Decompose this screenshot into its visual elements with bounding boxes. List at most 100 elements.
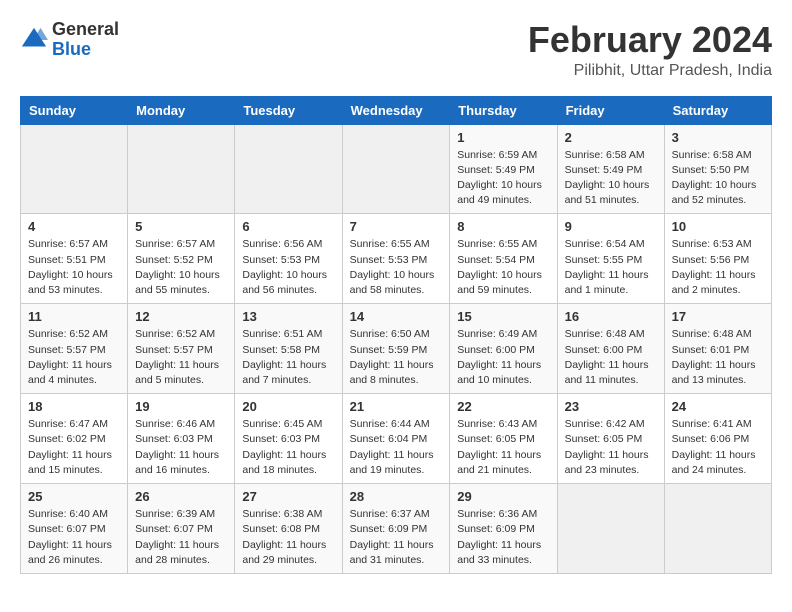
- calendar-cell: 18 Sunrise: 6:47 AMSunset: 6:02 PMDayligh…: [21, 394, 128, 484]
- day-detail: Sunrise: 6:48 AMSunset: 6:01 PMDaylight:…: [672, 327, 764, 388]
- day-detail: Sunrise: 6:56 AMSunset: 5:53 PMDaylight:…: [242, 237, 334, 298]
- day-detail: Sunrise: 6:39 AMSunset: 6:07 PMDaylight:…: [135, 507, 227, 568]
- day-detail: Sunrise: 6:44 AMSunset: 6:04 PMDaylight:…: [350, 417, 443, 478]
- day-number: 23: [565, 399, 657, 414]
- day-detail: Sunrise: 6:54 AMSunset: 5:55 PMDaylight:…: [565, 237, 657, 298]
- day-number: 6: [242, 219, 334, 234]
- day-number: 21: [350, 399, 443, 414]
- calendar-table: SundayMondayTuesdayWednesdayThursdayFrid…: [20, 96, 772, 574]
- header-day-monday: Monday: [128, 96, 235, 124]
- calendar-cell: [664, 484, 771, 574]
- day-detail: Sunrise: 6:36 AMSunset: 6:09 PMDaylight:…: [457, 507, 549, 568]
- calendar-cell: 24Sunrise: 6:41 AMSunset: 6:06 PMDayligh…: [664, 394, 771, 484]
- day-detail: Sunrise: 6:40 AMSunset: 6:07 PMDaylight:…: [28, 507, 120, 568]
- calendar-cell: 29 Sunrise: 6:36 AMSunset: 6:09 PMDayligh…: [450, 484, 557, 574]
- week-row-3: 11 Sunrise: 6:52 AMSunset: 5:57 PMDayligh…: [21, 304, 772, 394]
- calendar-cell: 5Sunrise: 6:57 AMSunset: 5:52 PMDaylight…: [128, 214, 235, 304]
- day-number: 8: [457, 219, 549, 234]
- location-subtitle: Pilibhit, Uttar Pradesh, India: [528, 62, 772, 80]
- calendar-cell: 28 Sunrise: 6:37 AMSunset: 6:09 PMDayligh…: [342, 484, 450, 574]
- calendar-header: SundayMondayTuesdayWednesdayThursdayFrid…: [21, 96, 772, 124]
- day-number: 7: [350, 219, 443, 234]
- header-day-thursday: Thursday: [450, 96, 557, 124]
- calendar-cell: 10 Sunrise: 6:53 AMSunset: 5:56 PMDayligh…: [664, 214, 771, 304]
- day-detail: Sunrise: 6:58 AMSunset: 5:49 PMDaylight:…: [565, 148, 657, 209]
- header-day-tuesday: Tuesday: [235, 96, 342, 124]
- calendar-cell: 21 Sunrise: 6:44 AMSunset: 6:04 PMDayligh…: [342, 394, 450, 484]
- calendar-cell: [342, 124, 450, 214]
- calendar-cell: 22 Sunrise: 6:43 AMSunset: 6:05 PMDayligh…: [450, 394, 557, 484]
- day-detail: Sunrise: 6:55 AMSunset: 5:53 PMDaylight:…: [350, 237, 443, 298]
- calendar-cell: 3Sunrise: 6:58 AMSunset: 5:50 PMDaylight…: [664, 124, 771, 214]
- day-detail: Sunrise: 6:43 AMSunset: 6:05 PMDaylight:…: [457, 417, 549, 478]
- calendar-cell: [21, 124, 128, 214]
- calendar-cell: 16 Sunrise: 6:48 AMSunset: 6:00 PMDayligh…: [557, 304, 664, 394]
- day-number: 12: [135, 309, 227, 324]
- day-number: 28: [350, 489, 443, 504]
- day-number: 18: [28, 399, 120, 414]
- day-number: 1: [457, 130, 549, 145]
- day-number: 27: [242, 489, 334, 504]
- calendar-cell: 8Sunrise: 6:55 AMSunset: 5:54 PMDaylight…: [450, 214, 557, 304]
- day-detail: Sunrise: 6:42 AMSunset: 6:05 PMDaylight:…: [565, 417, 657, 478]
- day-number: 15: [457, 309, 549, 324]
- calendar-cell: 9Sunrise: 6:54 AMSunset: 5:55 PMDaylight…: [557, 214, 664, 304]
- day-number: 4: [28, 219, 120, 234]
- day-number: 14: [350, 309, 443, 324]
- day-number: 19: [135, 399, 227, 414]
- calendar-cell: 26 Sunrise: 6:39 AMSunset: 6:07 PMDayligh…: [128, 484, 235, 574]
- day-number: 2: [565, 130, 657, 145]
- calendar-cell: 6 Sunrise: 6:56 AMSunset: 5:53 PMDaylight…: [235, 214, 342, 304]
- calendar-body: 1 Sunrise: 6:59 AMSunset: 5:49 PMDaylight…: [21, 124, 772, 573]
- calendar-cell: 23 Sunrise: 6:42 AMSunset: 6:05 PMDayligh…: [557, 394, 664, 484]
- day-number: 25: [28, 489, 120, 504]
- logo-icon: [20, 26, 48, 54]
- day-detail: Sunrise: 6:46 AMSunset: 6:03 PMDaylight:…: [135, 417, 227, 478]
- calendar-cell: 20Sunrise: 6:45 AMSunset: 6:03 PMDayligh…: [235, 394, 342, 484]
- calendar-cell: [128, 124, 235, 214]
- day-detail: Sunrise: 6:57 AMSunset: 5:51 PMDaylight:…: [28, 237, 120, 298]
- header-day-sunday: Sunday: [21, 96, 128, 124]
- day-detail: Sunrise: 6:52 AMSunset: 5:57 PMDaylight:…: [28, 327, 120, 388]
- calendar-cell: 14Sunrise: 6:50 AMSunset: 5:59 PMDayligh…: [342, 304, 450, 394]
- day-number: 17: [672, 309, 764, 324]
- calendar-cell: 15Sunrise: 6:49 AMSunset: 6:00 PMDayligh…: [450, 304, 557, 394]
- header-row: SundayMondayTuesdayWednesdayThursdayFrid…: [21, 96, 772, 124]
- day-detail: Sunrise: 6:51 AMSunset: 5:58 PMDaylight:…: [242, 327, 334, 388]
- day-number: 26: [135, 489, 227, 504]
- calendar-cell: 11 Sunrise: 6:52 AMSunset: 5:57 PMDayligh…: [21, 304, 128, 394]
- logo: General Blue: [20, 20, 119, 60]
- day-number: 22: [457, 399, 549, 414]
- logo-general-text: General: [52, 20, 119, 40]
- title-block: February 2024 Pilibhit, Uttar Pradesh, I…: [528, 20, 772, 80]
- calendar-cell: [235, 124, 342, 214]
- week-row-5: 25 Sunrise: 6:40 AMSunset: 6:07 PMDayligh…: [21, 484, 772, 574]
- day-number: 11: [28, 309, 120, 324]
- day-detail: Sunrise: 6:53 AMSunset: 5:56 PMDaylight:…: [672, 237, 764, 298]
- calendar-cell: 27 Sunrise: 6:38 AMSunset: 6:08 PMDayligh…: [235, 484, 342, 574]
- day-detail: Sunrise: 6:37 AMSunset: 6:09 PMDaylight:…: [350, 507, 443, 568]
- day-detail: Sunrise: 6:48 AMSunset: 6:00 PMDaylight:…: [565, 327, 657, 388]
- logo-text: General Blue: [52, 20, 119, 60]
- day-number: 3: [672, 130, 764, 145]
- header-day-wednesday: Wednesday: [342, 96, 450, 124]
- calendar-cell: [557, 484, 664, 574]
- week-row-2: 4 Sunrise: 6:57 AMSunset: 5:51 PMDaylight…: [21, 214, 772, 304]
- day-number: 16: [565, 309, 657, 324]
- day-number: 13: [242, 309, 334, 324]
- day-detail: Sunrise: 6:52 AMSunset: 5:57 PMDaylight:…: [135, 327, 227, 388]
- calendar-cell: 12 Sunrise: 6:52 AMSunset: 5:57 PMDayligh…: [128, 304, 235, 394]
- day-detail: Sunrise: 6:59 AMSunset: 5:49 PMDaylight:…: [457, 148, 549, 209]
- day-detail: Sunrise: 6:45 AMSunset: 6:03 PMDaylight:…: [242, 417, 334, 478]
- week-row-4: 18 Sunrise: 6:47 AMSunset: 6:02 PMDayligh…: [21, 394, 772, 484]
- day-number: 10: [672, 219, 764, 234]
- day-detail: Sunrise: 6:47 AMSunset: 6:02 PMDaylight:…: [28, 417, 120, 478]
- calendar-cell: 19 Sunrise: 6:46 AMSunset: 6:03 PMDayligh…: [128, 394, 235, 484]
- calendar-cell: 17 Sunrise: 6:48 AMSunset: 6:01 PMDayligh…: [664, 304, 771, 394]
- day-detail: Sunrise: 6:38 AMSunset: 6:08 PMDaylight:…: [242, 507, 334, 568]
- calendar-cell: 25 Sunrise: 6:40 AMSunset: 6:07 PMDayligh…: [21, 484, 128, 574]
- day-number: 29: [457, 489, 549, 504]
- day-number: 24: [672, 399, 764, 414]
- calendar-cell: 4 Sunrise: 6:57 AMSunset: 5:51 PMDaylight…: [21, 214, 128, 304]
- month-year-title: February 2024: [528, 20, 772, 60]
